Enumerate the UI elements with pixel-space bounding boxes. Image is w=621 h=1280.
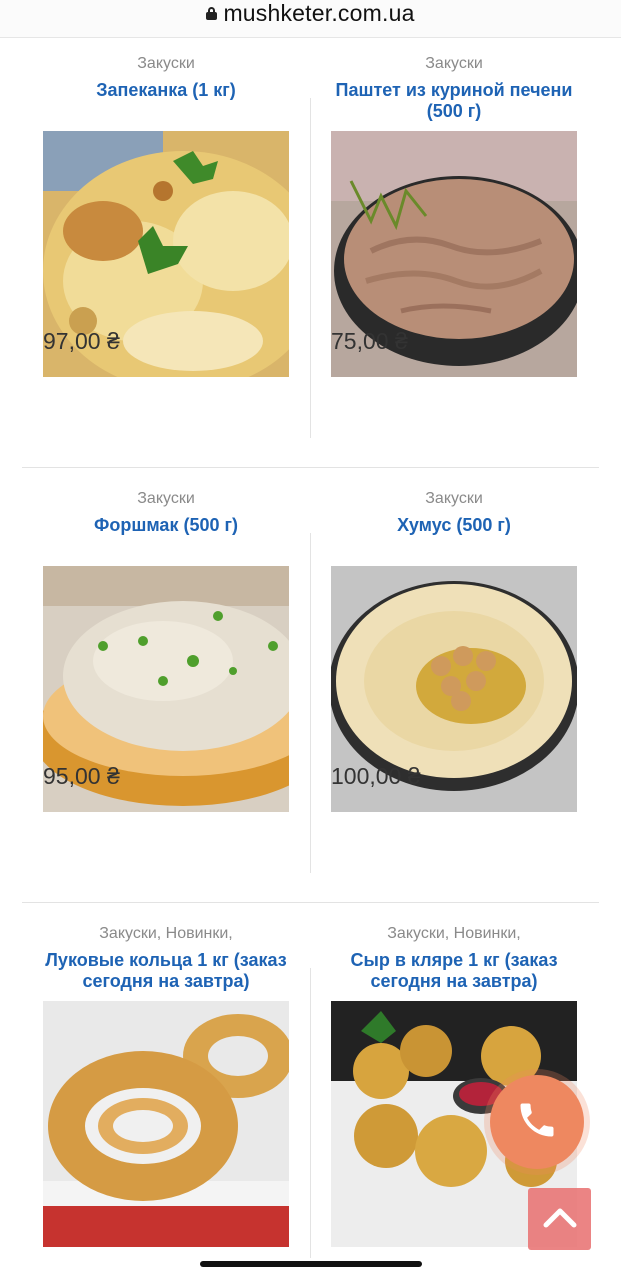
product-title[interactable]: Сыр в кляре 1 кг (заказ сегодня на завтр… xyxy=(331,950,577,992)
scroll-to-top-button[interactable] xyxy=(528,1188,591,1250)
product-card[interactable]: Закуски Паштет из куриной печени (500 г)… xyxy=(331,54,577,377)
product-card[interactable]: Закуски, Новинки, Сыр в кляре 1 кг (зака… xyxy=(331,924,577,1247)
product-category[interactable]: Закуски xyxy=(331,54,577,74)
product-category[interactable]: Закуски xyxy=(331,489,577,509)
browser-url-bar[interactable]: mushketer.com.ua xyxy=(0,0,621,38)
column-divider xyxy=(310,98,311,438)
product-title[interactable]: Запеканка (1 кг) xyxy=(43,80,289,101)
chevron-up-icon xyxy=(543,1206,577,1233)
product-title[interactable]: Луковые кольца 1 кг (заказ сегодня на за… xyxy=(43,950,289,992)
product-image-onion-rings[interactable] xyxy=(43,1001,289,1247)
product-card[interactable]: Закуски Форшмак (500 г) 95,00 ₴ xyxy=(43,489,289,812)
product-card[interactable]: Закуски Хумус (500 г) 100,00 ₴ xyxy=(331,489,577,812)
column-divider xyxy=(310,533,311,873)
product-category[interactable]: Закуски xyxy=(43,54,289,74)
product-title[interactable]: Паштет из куриной печени (500 г) xyxy=(331,80,577,122)
product-title[interactable]: Форшмак (500 г) xyxy=(43,515,289,536)
product-card[interactable]: Закуски, Новинки, Луковые кольца 1 кг (з… xyxy=(43,924,289,1247)
column-divider xyxy=(310,968,311,1258)
product-category[interactable]: Закуски xyxy=(43,489,289,509)
product-card[interactable]: Закуски Запеканка (1 кг) 97,00 ₴ xyxy=(43,54,289,377)
product-price: 95,00 ₴ xyxy=(43,763,120,789)
lock-icon xyxy=(206,7,218,20)
phone-icon xyxy=(515,1098,559,1147)
row-separator xyxy=(22,467,599,468)
product-category[interactable]: Закуски, Новинки, xyxy=(43,924,289,944)
product-title[interactable]: Хумус (500 г) xyxy=(331,515,577,536)
row-separator xyxy=(22,902,599,903)
product-price: 100,00 ₴ xyxy=(331,763,421,789)
home-indicator[interactable] xyxy=(200,1261,422,1267)
url-text: mushketer.com.ua xyxy=(223,0,415,26)
call-button[interactable] xyxy=(490,1075,584,1169)
product-category[interactable]: Закуски, Новинки, xyxy=(331,924,577,944)
product-price: 75,00 ₴ xyxy=(331,328,408,354)
product-price: 97,00 ₴ xyxy=(43,328,120,354)
